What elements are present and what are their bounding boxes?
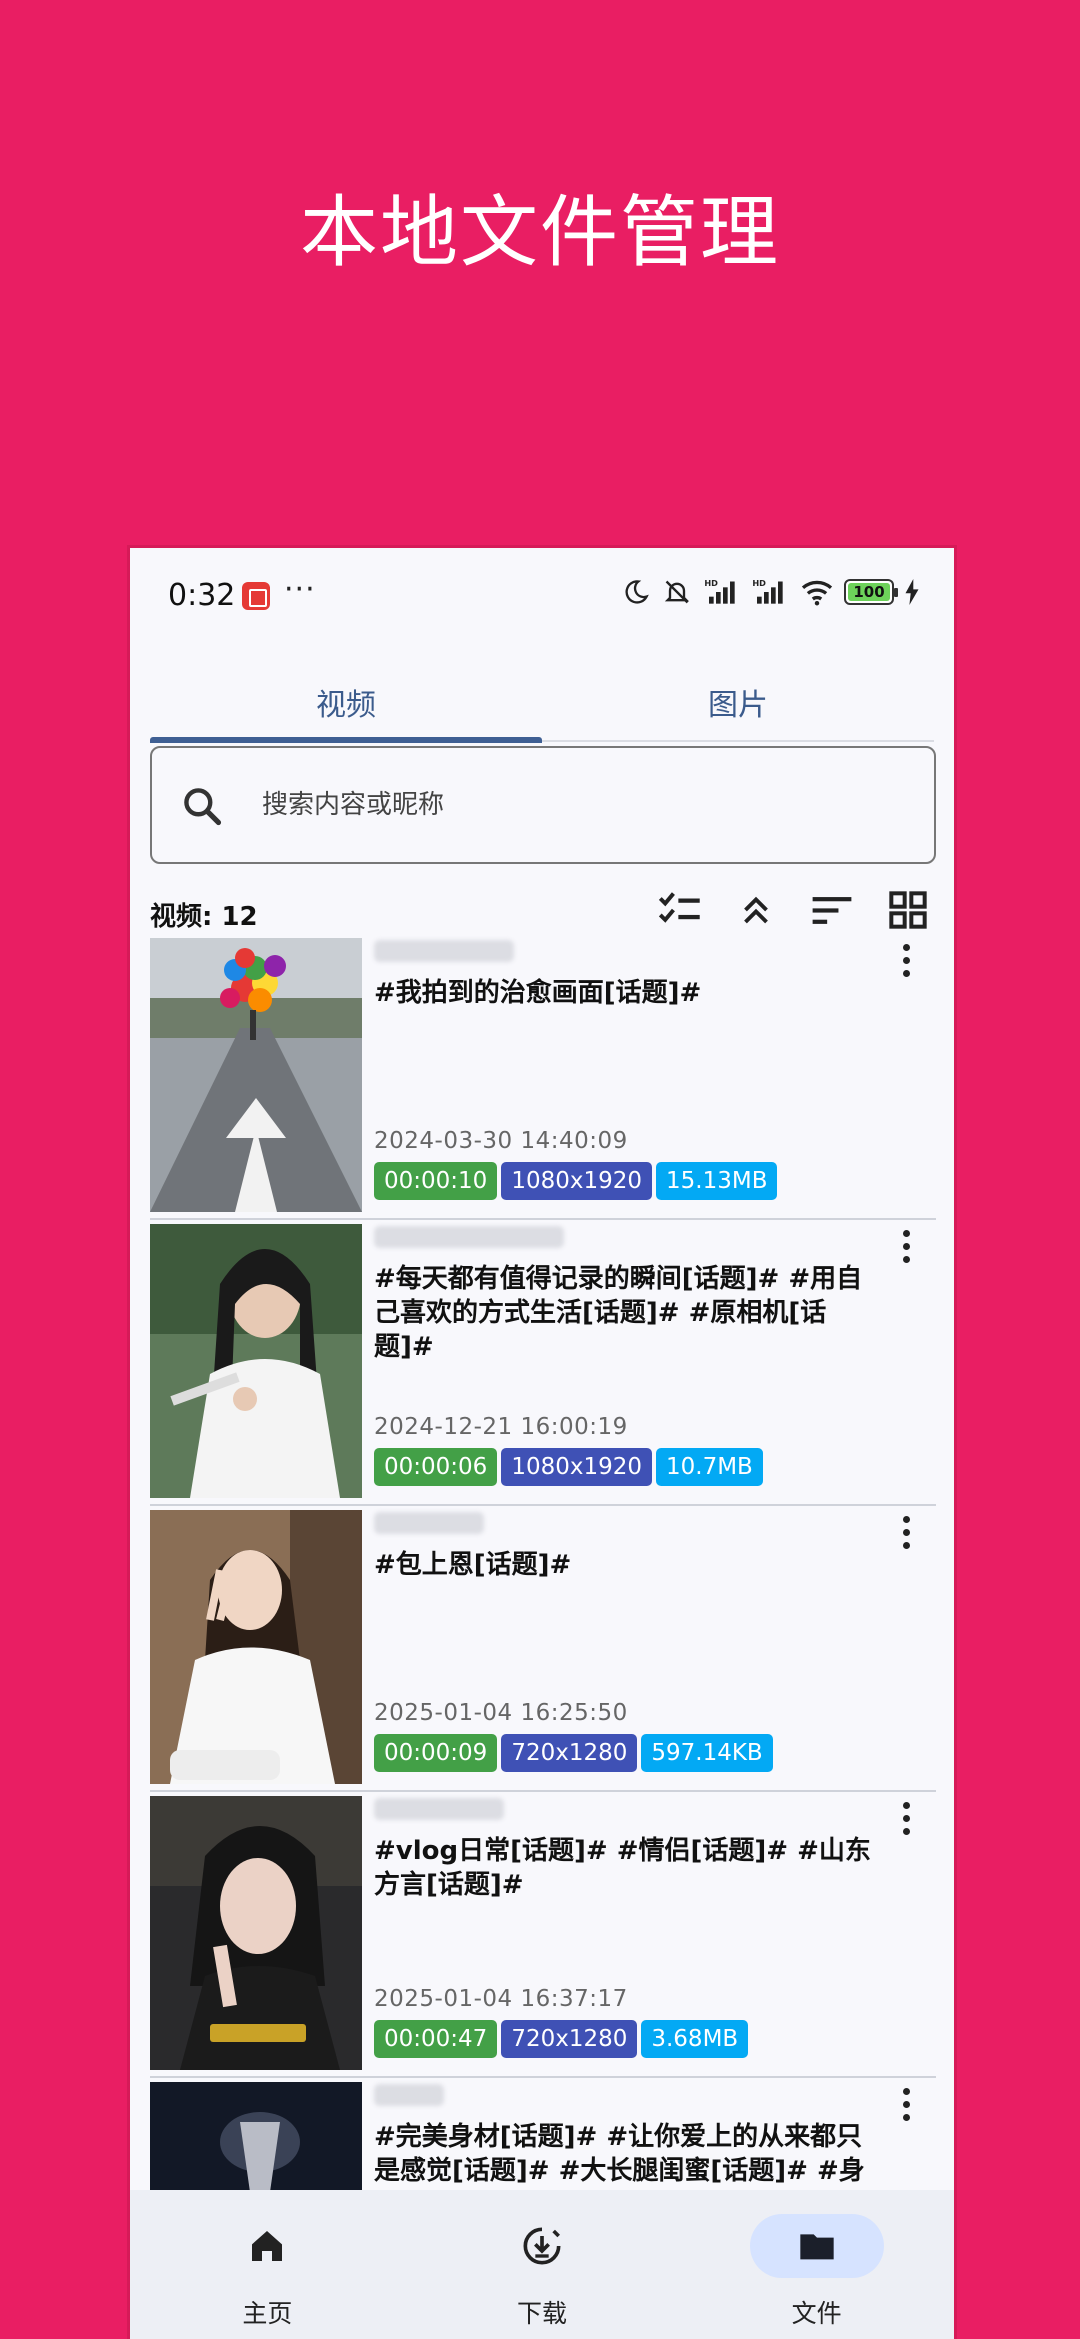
author-name-blurred bbox=[374, 1798, 504, 1820]
video-thumbnail[interactable] bbox=[150, 1510, 362, 1784]
item-title: #每天都有值得记录的瞬间[话题]# #用自己喜欢的方式生活[话题]# #原相机[… bbox=[374, 1264, 863, 1362]
search-box bbox=[150, 746, 936, 864]
mute-bell-icon bbox=[660, 578, 694, 606]
list-item[interactable]: #vlog日常[话题]# #情侣[话题]# #山东方言[话题]# 2025-01… bbox=[150, 1792, 936, 2078]
video-thumbnail[interactable] bbox=[150, 1796, 362, 2070]
item-title: #我拍到的治愈画面[话题]# bbox=[374, 978, 702, 1008]
item-badges: 00:00:47 720x1280 3.68MB bbox=[374, 2020, 749, 2058]
more-options-icon[interactable] bbox=[886, 2082, 926, 2126]
sort-icon[interactable] bbox=[806, 884, 858, 936]
item-title: #vlog日常[话题]# #情侣[话题]# #山东方言[话题]# bbox=[374, 1836, 871, 1900]
item-date: 2024-03-30 14:40:09 bbox=[374, 1128, 628, 1154]
svg-text:HD: HD bbox=[704, 578, 718, 588]
resolution-badge: 720x1280 bbox=[501, 2020, 638, 2058]
status-bar: 0:32 ··· HD HD 100 bbox=[130, 548, 954, 642]
status-icons: HD HD 100 bbox=[622, 578, 920, 606]
status-time: 0:32 bbox=[168, 578, 236, 613]
video-thumbnail[interactable] bbox=[150, 938, 362, 1212]
author-name-blurred bbox=[374, 1512, 484, 1534]
video-count: 视频: 12 bbox=[150, 902, 258, 932]
list-item[interactable]: #包上恩[话题]# 2025-01-04 16:25:50 00:00:09 7… bbox=[150, 1506, 936, 1792]
item-badges: 00:00:06 1080x1920 10.7MB bbox=[374, 1448, 763, 1486]
video-thumbnail[interactable] bbox=[150, 1224, 362, 1498]
item-date: 2025-01-04 16:37:17 bbox=[374, 1986, 628, 2012]
list-item[interactable]: #我拍到的治愈画面[话题]# 2024-03-30 14:40:09 00:00… bbox=[150, 934, 936, 1220]
download-icon bbox=[522, 2226, 562, 2266]
phone-screen: 0:32 ··· HD HD 100 视频 图片 搜索内容或昵称 视频: 12 … bbox=[130, 548, 954, 2339]
more-options-icon[interactable] bbox=[886, 1510, 926, 1554]
nav-home-label: 主页 bbox=[242, 2299, 293, 2328]
charging-icon bbox=[904, 579, 920, 605]
duration-badge: 00:00:47 bbox=[374, 2020, 498, 2058]
duration-badge: 00:00:10 bbox=[374, 1162, 498, 1200]
author-name-blurred bbox=[374, 2084, 444, 2106]
nav-files[interactable]: 文件 bbox=[679, 2190, 954, 2339]
bottom-navigation: 主页 下载 文件 bbox=[130, 2190, 954, 2339]
list-toolbar bbox=[654, 884, 934, 936]
duration-badge: 00:00:06 bbox=[374, 1448, 498, 1486]
size-badge: 597.14KB bbox=[641, 1734, 773, 1772]
item-badges: 00:00:10 1080x1920 15.13MB bbox=[374, 1162, 778, 1200]
tab-videos[interactable]: 视频 bbox=[150, 642, 542, 743]
size-badge: 15.13MB bbox=[656, 1162, 778, 1200]
app-notification-icon bbox=[242, 582, 270, 610]
tab-images[interactable]: 图片 bbox=[542, 642, 934, 740]
item-title: #完美身材[话题]# #让你爱上的从来都只是感觉[话题]# #大长腿闺蜜[话题]… bbox=[374, 2122, 865, 2186]
nav-download-label: 下载 bbox=[517, 2299, 568, 2328]
collapse-icon[interactable] bbox=[730, 884, 782, 936]
resolution-badge: 720x1280 bbox=[501, 1734, 638, 1772]
more-options-icon[interactable] bbox=[886, 1224, 926, 1268]
more-options-icon[interactable] bbox=[886, 938, 926, 982]
grid-view-icon[interactable] bbox=[882, 884, 934, 936]
select-all-icon[interactable] bbox=[654, 884, 706, 936]
resolution-badge: 1080x1920 bbox=[501, 1448, 652, 1486]
more-notifications-icon: ··· bbox=[284, 572, 316, 607]
item-badges: 00:00:09 720x1280 597.14KB bbox=[374, 1734, 773, 1772]
nav-files-label: 文件 bbox=[791, 2299, 842, 2328]
size-badge: 3.68MB bbox=[641, 2020, 749, 2058]
signal-hd-icon: HD bbox=[704, 578, 742, 606]
list-item[interactable]: #每天都有值得记录的瞬间[话题]# #用自己喜欢的方式生活[话题]# #原相机[… bbox=[150, 1220, 936, 1506]
item-date: 2025-01-04 16:25:50 bbox=[374, 1700, 628, 1726]
list-header: 视频: 12 bbox=[150, 880, 934, 940]
author-name-blurred bbox=[374, 1226, 564, 1248]
promo-title: 本地文件管理 bbox=[299, 188, 780, 278]
moon-icon bbox=[622, 578, 650, 606]
search-input[interactable] bbox=[262, 748, 902, 862]
signal-hd-icon-2: HD bbox=[752, 578, 790, 606]
svg-text:HD: HD bbox=[752, 578, 766, 588]
duration-badge: 00:00:09 bbox=[374, 1734, 498, 1772]
tab-bar: 视频 图片 bbox=[150, 642, 934, 743]
folder-icon bbox=[797, 2226, 837, 2266]
item-date: 2024-12-21 16:00:19 bbox=[374, 1414, 628, 1440]
search-icon[interactable] bbox=[180, 784, 224, 832]
battery-icon: 100 bbox=[844, 579, 898, 605]
wifi-icon bbox=[800, 578, 834, 606]
more-options-icon[interactable] bbox=[886, 1796, 926, 1840]
author-name-blurred bbox=[374, 940, 514, 962]
size-badge: 10.7MB bbox=[656, 1448, 763, 1486]
nav-home[interactable]: 主页 bbox=[130, 2190, 405, 2339]
nav-download[interactable]: 下载 bbox=[405, 2190, 680, 2339]
item-title: #包上恩[话题]# bbox=[374, 1550, 572, 1580]
resolution-badge: 1080x1920 bbox=[501, 1162, 652, 1200]
home-icon bbox=[247, 2226, 287, 2266]
